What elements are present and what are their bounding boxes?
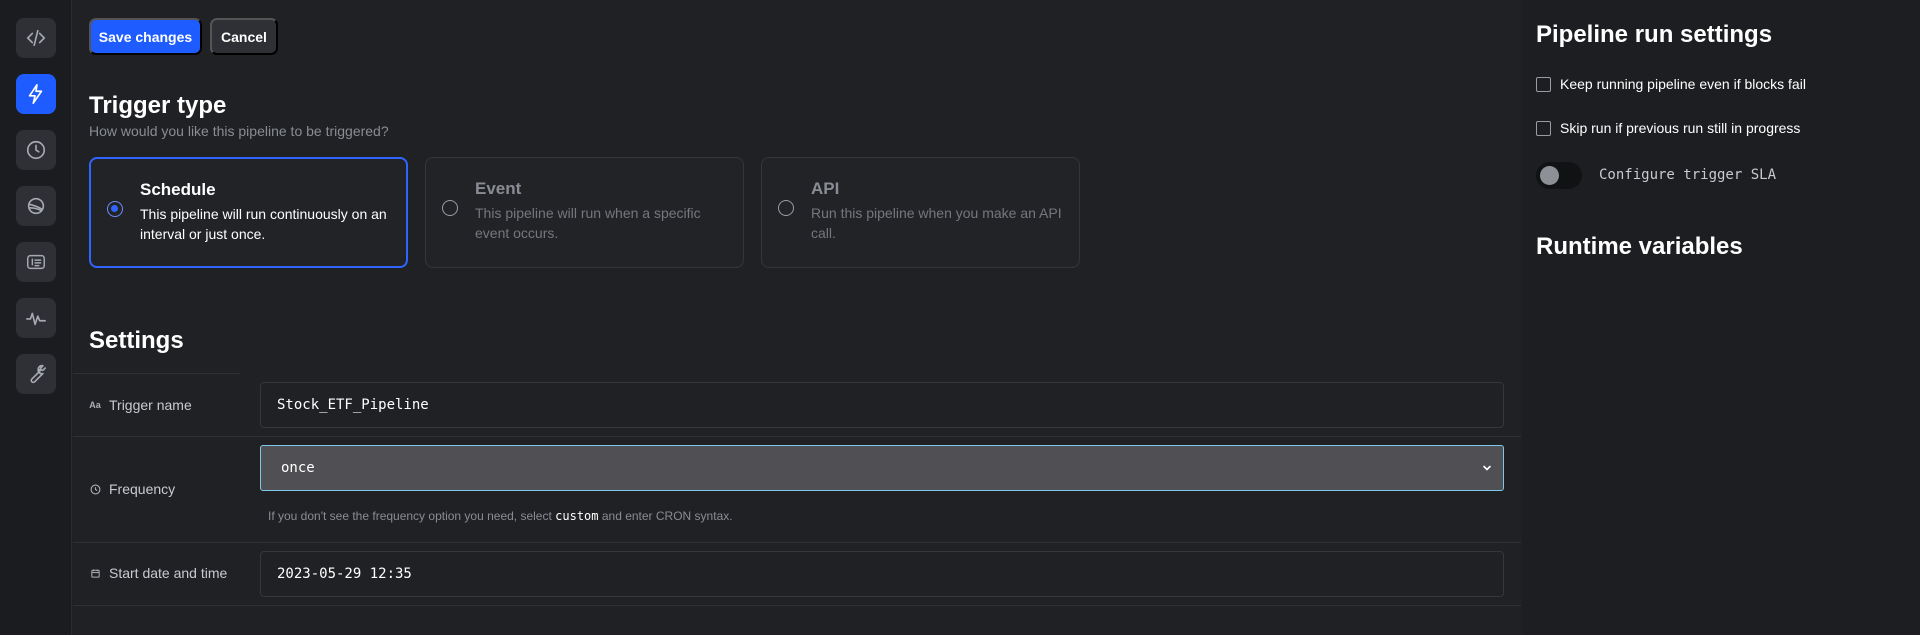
cancel-button[interactable]: Cancel <box>210 18 278 55</box>
lightning-icon <box>28 84 43 104</box>
settings-nav-button[interactable] <box>16 354 56 394</box>
frequency-select[interactable]: once <box>260 445 1504 491</box>
api-radio[interactable] <box>778 200 794 216</box>
trigger-sla-toggle[interactable] <box>1536 162 1582 189</box>
planet-icon <box>27 197 45 215</box>
triggers-nav-button[interactable] <box>16 74 56 114</box>
save-changes-button[interactable]: Save changes <box>89 18 202 55</box>
trigger-option-title: Schedule <box>140 180 216 199</box>
wrench-icon <box>30 364 46 384</box>
frequency-selected-value: once <box>281 460 315 476</box>
clock-icon <box>89 483 101 495</box>
backfills-nav-button[interactable] <box>16 186 56 226</box>
skip-run-checkbox[interactable] <box>1536 120 1551 136</box>
logs-nav-button[interactable] <box>16 242 56 282</box>
keep-running-label: Keep running pipeline even if blocks fai… <box>1560 76 1806 92</box>
calendar-icon <box>89 567 101 579</box>
code-nav-button[interactable] <box>16 18 56 58</box>
trigger-type-subtitle: How would you like this pipeline to be t… <box>89 123 389 139</box>
logs-icon <box>27 254 45 270</box>
right-panel: Pipeline run settings Keep running pipel… <box>1522 0 1920 635</box>
runtime-variables-heading: Runtime variables <box>1536 233 1743 260</box>
pulse-icon <box>26 312 46 326</box>
start-date-label-text: Start date and time <box>109 565 228 581</box>
divider <box>73 436 1521 437</box>
trigger-option-description: Run this pipeline when you make an API c… <box>811 205 1062 241</box>
chevron-down-icon <box>1483 465 1491 471</box>
trigger-name-label: Aa Trigger name <box>89 397 192 413</box>
hint-text: and enter CRON syntax. <box>598 509 733 523</box>
toggle-knob <box>1540 166 1559 185</box>
monitor-nav-button[interactable] <box>16 298 56 338</box>
start-date-input[interactable]: 2023-05-29 12:35 <box>260 551 1504 597</box>
start-date-label: Start date and time <box>89 565 227 581</box>
trigger-option-title: Event <box>475 179 522 198</box>
trigger-editor: Save changes Cancel Trigger type How wou… <box>0 0 1920 635</box>
settings-heading: Settings <box>89 327 184 354</box>
skip-run-label: Skip run if previous run still in progre… <box>1560 120 1801 136</box>
trigger-option-event[interactable]: Event This pipeline will run when a spec… <box>425 157 744 268</box>
frequency-hint: If you don't see the frequency option yo… <box>268 509 733 523</box>
frequency-label-text: Frequency <box>109 481 176 497</box>
skip-run-option[interactable]: Skip run if previous run still in progre… <box>1536 120 1800 136</box>
runs-nav-button[interactable] <box>16 130 56 170</box>
keep-running-checkbox[interactable] <box>1536 76 1551 92</box>
frequency-label: Frequency <box>89 481 175 497</box>
trigger-option-api[interactable]: API Run this pipeline when you make an A… <box>761 157 1080 268</box>
code-icon <box>26 29 46 47</box>
left-nav-rail <box>0 0 72 635</box>
clock-icon <box>26 140 46 160</box>
schedule-radio[interactable] <box>107 201 123 217</box>
divider <box>73 605 1521 606</box>
keep-running-option[interactable]: Keep running pipeline even if blocks fai… <box>1536 76 1806 92</box>
trigger-option-description: This pipeline will run continuously on a… <box>140 206 387 242</box>
hint-text: If you don't see the frequency option yo… <box>268 509 556 523</box>
pipeline-run-settings-heading: Pipeline run settings <box>1536 21 1773 48</box>
trigger-option-schedule[interactable]: Schedule This pipeline will run continuo… <box>89 157 408 268</box>
main-content: Save changes Cancel Trigger type How wou… <box>73 0 1521 635</box>
divider <box>73 373 240 374</box>
trigger-option-title: API <box>811 179 840 198</box>
trigger-sla-label: Configure trigger SLA <box>1599 167 1777 183</box>
trigger-option-description: This pipeline will run when a specific e… <box>475 205 701 241</box>
divider <box>73 542 1521 543</box>
hint-code: custom <box>555 509 599 523</box>
trigger-name-label-text: Trigger name <box>109 397 192 413</box>
trigger-name-input[interactable]: Stock_ETF_Pipeline <box>260 382 1504 428</box>
trigger-type-heading: Trigger type <box>89 92 227 119</box>
text-type-icon: Aa <box>89 400 101 410</box>
event-radio[interactable] <box>442 200 458 216</box>
